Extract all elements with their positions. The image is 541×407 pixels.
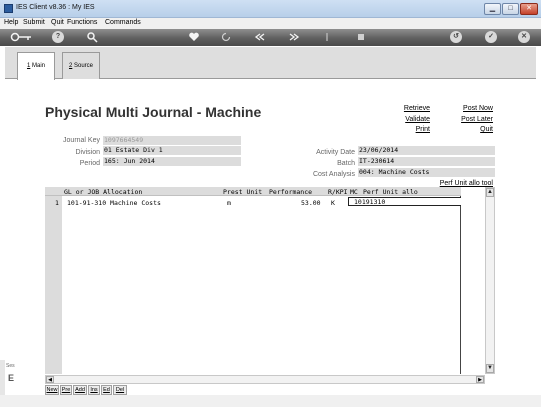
journal-key-label: Journal Key: [63, 137, 100, 144]
row-performance[interactable]: 53.00: [301, 199, 321, 207]
division-label: Division: [75, 149, 100, 156]
perf-unit-allo-input[interactable]: 10191310: [348, 197, 462, 206]
window-titlebar: IES Client v8.36 : My IES ▁ □ ✕: [0, 0, 541, 18]
tab-main[interactable]: 1 Main: [17, 52, 55, 80]
menu-bar: Help Submit Quit Functions Commands: [0, 18, 541, 29]
tab-main-label: Main: [30, 63, 45, 69]
batch-field[interactable]: IT-230614: [358, 157, 495, 166]
grid-body: [62, 196, 461, 374]
side-panel-icon[interactable]: E: [8, 373, 14, 383]
check-icon[interactable]: ✓: [485, 31, 497, 43]
division-field[interactable]: 01 Estate Div 1: [103, 146, 241, 155]
col-performance: Performance: [269, 188, 313, 196]
side-panel-stub: [0, 360, 5, 395]
tab-source-label: Source: [72, 63, 94, 69]
cost-analysis-label: Cost Analysis: [312, 171, 355, 178]
grid-right-panel: [461, 187, 485, 374]
batch-label: Batch: [337, 160, 355, 167]
row-allocation[interactable]: 101-91-310 Machine Costs: [67, 199, 161, 207]
perf-unit-allo-tool-link[interactable]: Perf Unit allo tool: [415, 180, 493, 187]
toolbar: ? ↺ ✓ ✕: [0, 29, 541, 46]
maximize-button[interactable]: □: [502, 3, 519, 15]
tab-source[interactable]: 2 Source: [62, 52, 100, 79]
row-number: 1: [55, 199, 59, 207]
search-icon[interactable]: [86, 31, 98, 43]
col-rkpi: R/KPI: [328, 188, 348, 196]
page-title: Physical Multi Journal - Machine: [45, 104, 262, 120]
print-link[interactable]: Print: [380, 126, 430, 133]
perf-unit-allo-value: 10191310: [354, 198, 386, 206]
col-perf-unit-allo: Perf Unit allo: [363, 188, 418, 196]
close-icon[interactable]: ✕: [518, 31, 530, 43]
journal-key-field: 1097664549: [103, 136, 241, 145]
stop-icon[interactable]: [355, 31, 367, 43]
row-prest-unit[interactable]: m: [227, 199, 231, 207]
period-label: Period: [79, 160, 100, 167]
menu-submit[interactable]: Submit: [23, 19, 45, 26]
close-button[interactable]: ✕: [520, 3, 538, 15]
activity-date-field[interactable]: 23/06/2014: [358, 146, 495, 155]
grid-row-gutter: [45, 196, 62, 374]
tab-strip: 1 Main 2 Source: [5, 47, 536, 80]
upload-icon[interactable]: [321, 31, 333, 43]
activity-date-label: Activity Date: [316, 149, 355, 156]
post-now-link[interactable]: Post Now: [443, 105, 493, 112]
minimize-button[interactable]: ▁: [484, 3, 501, 15]
status-strip: [0, 395, 541, 407]
delete-row-button[interactable]: Del: [113, 385, 127, 395]
window-title: IES Client v8.36 : My IES: [16, 4, 95, 11]
help-icon[interactable]: ?: [52, 31, 64, 43]
scroll-down-icon[interactable]: ▼: [486, 364, 494, 373]
scroll-up-icon[interactable]: ▲: [486, 188, 494, 197]
insert-row-button[interactable]: Ins: [88, 385, 100, 395]
app-icon: [4, 4, 13, 13]
validate-link[interactable]: Validate: [380, 116, 430, 123]
menu-help[interactable]: Help: [4, 19, 18, 26]
menu-quit[interactable]: Quit: [51, 19, 64, 26]
menu-functions[interactable]: Functions: [67, 19, 97, 26]
retrieve-link[interactable]: Retrieve: [380, 105, 430, 112]
col-mc: MC: [350, 188, 358, 196]
period-field[interactable]: 165: Jun 2014: [103, 157, 241, 166]
quit-link[interactable]: Quit: [443, 126, 493, 133]
side-session-label: Ses: [6, 363, 15, 369]
new-row-button[interactable]: New: [45, 385, 59, 395]
grid-header: GL or JOB Allocation Prest Unit Performa…: [45, 187, 461, 196]
row-rkpi[interactable]: K: [331, 199, 335, 207]
col-allocation: GL or JOB Allocation: [64, 188, 143, 196]
col-prest-unit: Prest Unit: [223, 188, 263, 196]
table-row[interactable]: 1 101-91-310 Machine Costs m 53.00 K 101…: [45, 197, 462, 208]
rewind-icon[interactable]: [254, 31, 266, 43]
key-icon[interactable]: [10, 31, 32, 43]
scroll-right-icon[interactable]: ▶: [476, 376, 484, 383]
add-row-button[interactable]: Add: [73, 385, 87, 395]
heart-icon[interactable]: [188, 31, 200, 43]
refresh-icon[interactable]: [220, 31, 232, 43]
cost-analysis-field[interactable]: 004: Machine Costs: [358, 168, 495, 177]
edit-row-button[interactable]: Ed: [101, 385, 112, 395]
fast-forward-icon[interactable]: [288, 31, 300, 43]
post-later-link[interactable]: Post Later: [443, 116, 493, 123]
scroll-left-icon[interactable]: ◀: [46, 376, 54, 383]
vertical-scrollbar[interactable]: ▲ ▼: [485, 187, 495, 374]
previous-row-button[interactable]: Pre: [60, 385, 72, 395]
back-icon[interactable]: ↺: [450, 31, 462, 43]
menu-commands[interactable]: Commands: [105, 19, 141, 26]
horizontal-scrollbar[interactable]: ◀ ▶: [45, 375, 485, 384]
